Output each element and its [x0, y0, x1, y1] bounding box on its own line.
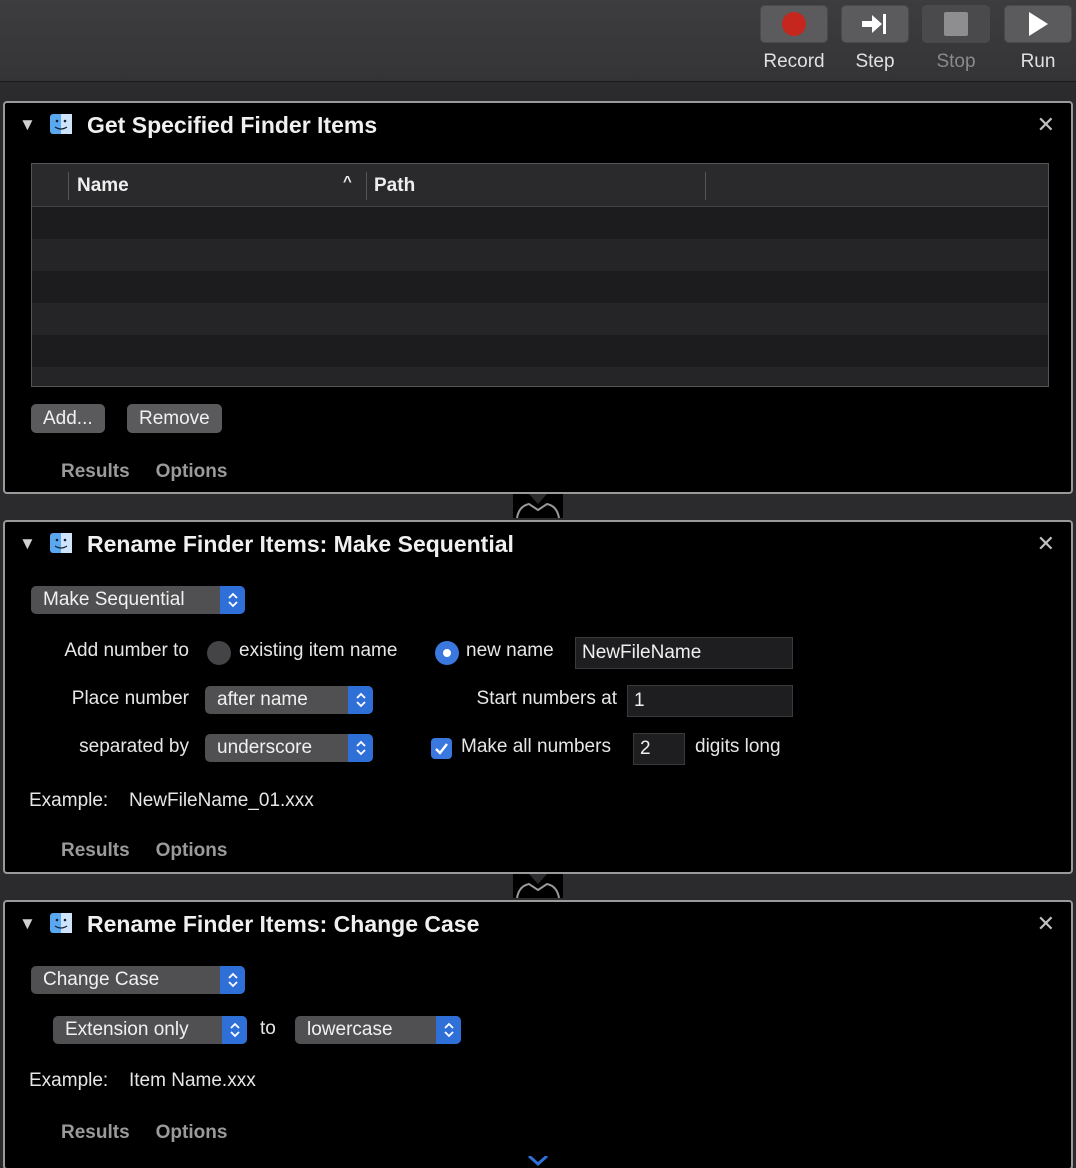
action-connector	[513, 874, 563, 898]
to-label: to	[260, 1018, 276, 1039]
finder-icon	[50, 533, 72, 553]
table-row[interactable]	[32, 239, 1048, 271]
record-label: Record	[763, 51, 825, 72]
chevron-updown-icon	[436, 1016, 461, 1044]
workflow-area: ▼ Get Specified Finder Items ✕ Name ^ Pa…	[0, 82, 1076, 1168]
separator-value: underscore	[217, 737, 313, 758]
action-get-specified-finder-items: ▼ Get Specified Finder Items ✕ Name ^ Pa…	[3, 101, 1073, 494]
mode-popup[interactable]: Make Sequential	[31, 586, 245, 614]
run-label: Run	[1020, 51, 1056, 72]
new-name-field[interactable]: NewFileName	[575, 637, 793, 669]
new-name-label: new name	[466, 640, 554, 661]
add-button[interactable]: Add...	[31, 404, 105, 433]
finder-icon	[50, 913, 72, 933]
action-connector	[513, 494, 563, 518]
chevron-updown-icon	[348, 734, 373, 762]
sort-ascending-icon: ^	[343, 173, 352, 190]
new-name-radio[interactable]	[435, 641, 459, 665]
disclosure-triangle-icon[interactable]: ▼	[19, 115, 36, 135]
table-row[interactable]	[32, 271, 1048, 303]
action-make-sequential: ▼ Rename Finder Items: Make Sequential ✕…	[3, 520, 1073, 874]
action-title: Rename Finder Items: Change Case	[87, 911, 480, 937]
example-value: Item Name.xxx	[129, 1070, 256, 1091]
make-all-numbers-label: Make all numbers	[461, 736, 611, 757]
close-icon[interactable]: ✕	[1037, 531, 1055, 557]
start-numbers-at-label: Start numbers at	[476, 688, 617, 709]
run-button[interactable]: Run	[1004, 5, 1072, 73]
change-case-mode-popup[interactable]: Change Case	[31, 966, 245, 994]
example-value: NewFileName_01.xxx	[129, 790, 314, 811]
table-header: Name ^ Path	[32, 164, 1048, 207]
existing-item-name-label: existing item name	[239, 640, 398, 661]
action-footer-tabs: Results Options	[61, 461, 253, 483]
toolbar: Record Step Stop Run	[0, 0, 1076, 82]
action-header: ▼ Rename Finder Items: Make Sequential ✕	[5, 522, 1071, 566]
disclosure-triangle-icon[interactable]: ▼	[19, 914, 36, 934]
mode-popup-value: Make Sequential	[43, 589, 185, 610]
case-value: lowercase	[307, 1019, 393, 1040]
record-button[interactable]: Record	[760, 5, 828, 73]
step-icon	[862, 14, 886, 34]
options-tab[interactable]: Options	[156, 840, 228, 861]
finder-items-table: Name ^ Path	[31, 163, 1049, 387]
close-icon[interactable]: ✕	[1037, 911, 1055, 937]
table-row[interactable]	[32, 207, 1048, 239]
existing-item-name-radio[interactable]	[207, 641, 231, 665]
add-number-to-label: Add number to	[64, 640, 189, 661]
scope-value: Extension only	[65, 1019, 189, 1040]
step-label: Step	[855, 51, 895, 72]
example-label: Example:	[29, 1070, 109, 1091]
checkmark-icon	[435, 743, 448, 755]
column-header-path[interactable]: Path	[374, 175, 415, 197]
action-title: Rename Finder Items: Make Sequential	[87, 531, 514, 557]
play-icon	[1029, 12, 1048, 36]
stop-label: Stop	[936, 51, 976, 72]
table-row[interactable]	[32, 335, 1048, 367]
separated-by-label: separated by	[79, 736, 189, 757]
stop-button[interactable]: Stop	[922, 5, 990, 73]
action-header: ▼ Rename Finder Items: Change Case ✕	[5, 902, 1071, 946]
options-tab[interactable]: Options	[156, 461, 228, 482]
digits-field[interactable]: 2	[633, 733, 685, 765]
action-title: Get Specified Finder Items	[87, 112, 378, 138]
scope-popup[interactable]: Extension only	[53, 1016, 247, 1044]
action-change-case: ▼ Rename Finder Items: Change Case ✕ Cha…	[3, 900, 1073, 1168]
stop-icon	[944, 12, 968, 36]
finder-icon	[50, 114, 72, 134]
remove-button[interactable]: Remove	[127, 404, 222, 433]
make-all-numbers-checkbox[interactable]	[431, 738, 452, 759]
results-tab[interactable]: Results	[61, 461, 130, 482]
step-button[interactable]: Step	[841, 5, 909, 73]
place-number-value: after name	[217, 689, 308, 710]
chevron-updown-icon	[220, 966, 245, 994]
case-popup[interactable]: lowercase	[295, 1016, 461, 1044]
disclosure-triangle-icon[interactable]: ▼	[19, 534, 36, 554]
chevron-updown-icon	[348, 686, 373, 714]
separator-popup[interactable]: underscore	[205, 734, 373, 762]
options-tab[interactable]: Options	[156, 1122, 228, 1143]
change-case-mode-value: Change Case	[43, 969, 160, 990]
action-connector	[528, 1156, 548, 1167]
table-row[interactable]	[32, 367, 1048, 386]
example-label: Example:	[29, 790, 109, 811]
table-row[interactable]	[32, 303, 1048, 335]
place-number-label: Place number	[71, 688, 189, 709]
place-number-popup[interactable]: after name	[205, 686, 373, 714]
column-header-name[interactable]: Name	[77, 175, 129, 197]
action-footer-tabs: Results Options	[61, 840, 253, 862]
results-tab[interactable]: Results	[61, 840, 130, 861]
record-icon	[782, 12, 806, 36]
close-icon[interactable]: ✕	[1037, 112, 1055, 138]
chevron-updown-icon	[220, 586, 245, 614]
chevron-updown-icon	[222, 1016, 247, 1044]
action-footer-tabs: Results Options	[61, 1122, 253, 1144]
results-tab[interactable]: Results	[61, 1122, 130, 1143]
digits-long-label: digits long	[695, 736, 781, 757]
action-header: ▼ Get Specified Finder Items ✕	[5, 103, 1071, 147]
start-number-field[interactable]: 1	[627, 685, 793, 717]
